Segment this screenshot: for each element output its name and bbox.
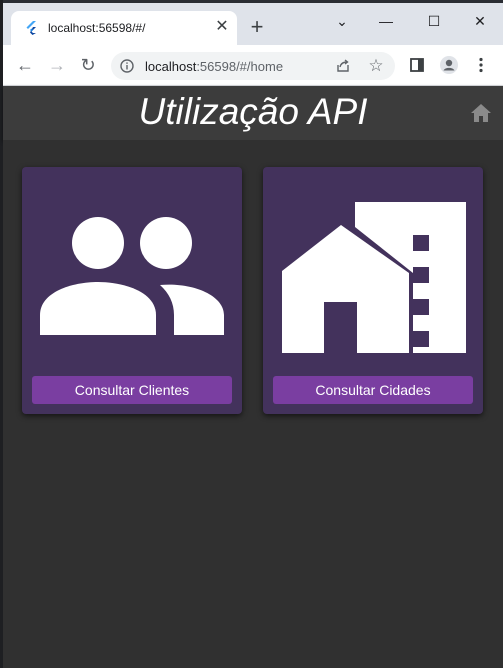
back-button[interactable]: ← [14, 54, 36, 76]
main-content: Consultar Clientes Consultar Cidades [3, 140, 503, 668]
side-panel-icon[interactable] [407, 55, 427, 75]
browser-tab[interactable]: localhost:56598/#/ ✕ [11, 11, 237, 45]
city-house-icon [282, 202, 466, 353]
browser-toolbar: ← → ↻ localhost:56598/#/home ☆ [3, 45, 503, 86]
card-clientes[interactable]: Consultar Clientes [22, 167, 242, 414]
flutter-icon [26, 21, 36, 35]
address-bar[interactable]: localhost:56598/#/home ☆ [111, 52, 395, 80]
minimize-button[interactable]: — [371, 9, 401, 33]
close-window-button[interactable]: ✕ [465, 9, 495, 33]
maximize-button[interactable]: ☐ [419, 9, 449, 33]
reload-button[interactable]: ↻ [77, 54, 99, 76]
page-title: Utilização API [138, 91, 368, 132]
card-cidades[interactable]: Consultar Cidades [263, 167, 483, 414]
tab-strip: localhost:56598/#/ ✕ + ⌄ — ☐ ✕ [3, 3, 503, 45]
share-icon[interactable] [335, 58, 351, 74]
more-menu-icon[interactable] [471, 55, 491, 75]
home-icon[interactable] [470, 103, 492, 123]
browser-window: localhost:56598/#/ ✕ + ⌄ — ☐ ✕ ← → ↻ loc… [3, 3, 503, 668]
bookmark-star-icon[interactable]: ☆ [367, 57, 385, 75]
consultar-clientes-button[interactable]: Consultar Clientes [32, 376, 232, 404]
new-tab-button[interactable]: + [245, 15, 269, 39]
app-bar: Utilização API [3, 86, 503, 140]
tab-title: localhost:56598/#/ [48, 21, 146, 35]
consultar-cidades-button[interactable]: Consultar Cidades [273, 376, 473, 404]
url-text: localhost:56598/#/home [145, 59, 283, 74]
profile-avatar-icon[interactable] [439, 55, 459, 75]
info-icon[interactable] [120, 59, 134, 73]
forward-button[interactable]: → [46, 54, 68, 76]
url-path: :56598/#/home [196, 59, 284, 74]
url-host: localhost [145, 59, 197, 74]
people-icon [40, 217, 224, 335]
tab-search-chevron-icon[interactable]: ⌄ [327, 9, 357, 33]
close-tab-icon[interactable]: ✕ [212, 17, 232, 37]
